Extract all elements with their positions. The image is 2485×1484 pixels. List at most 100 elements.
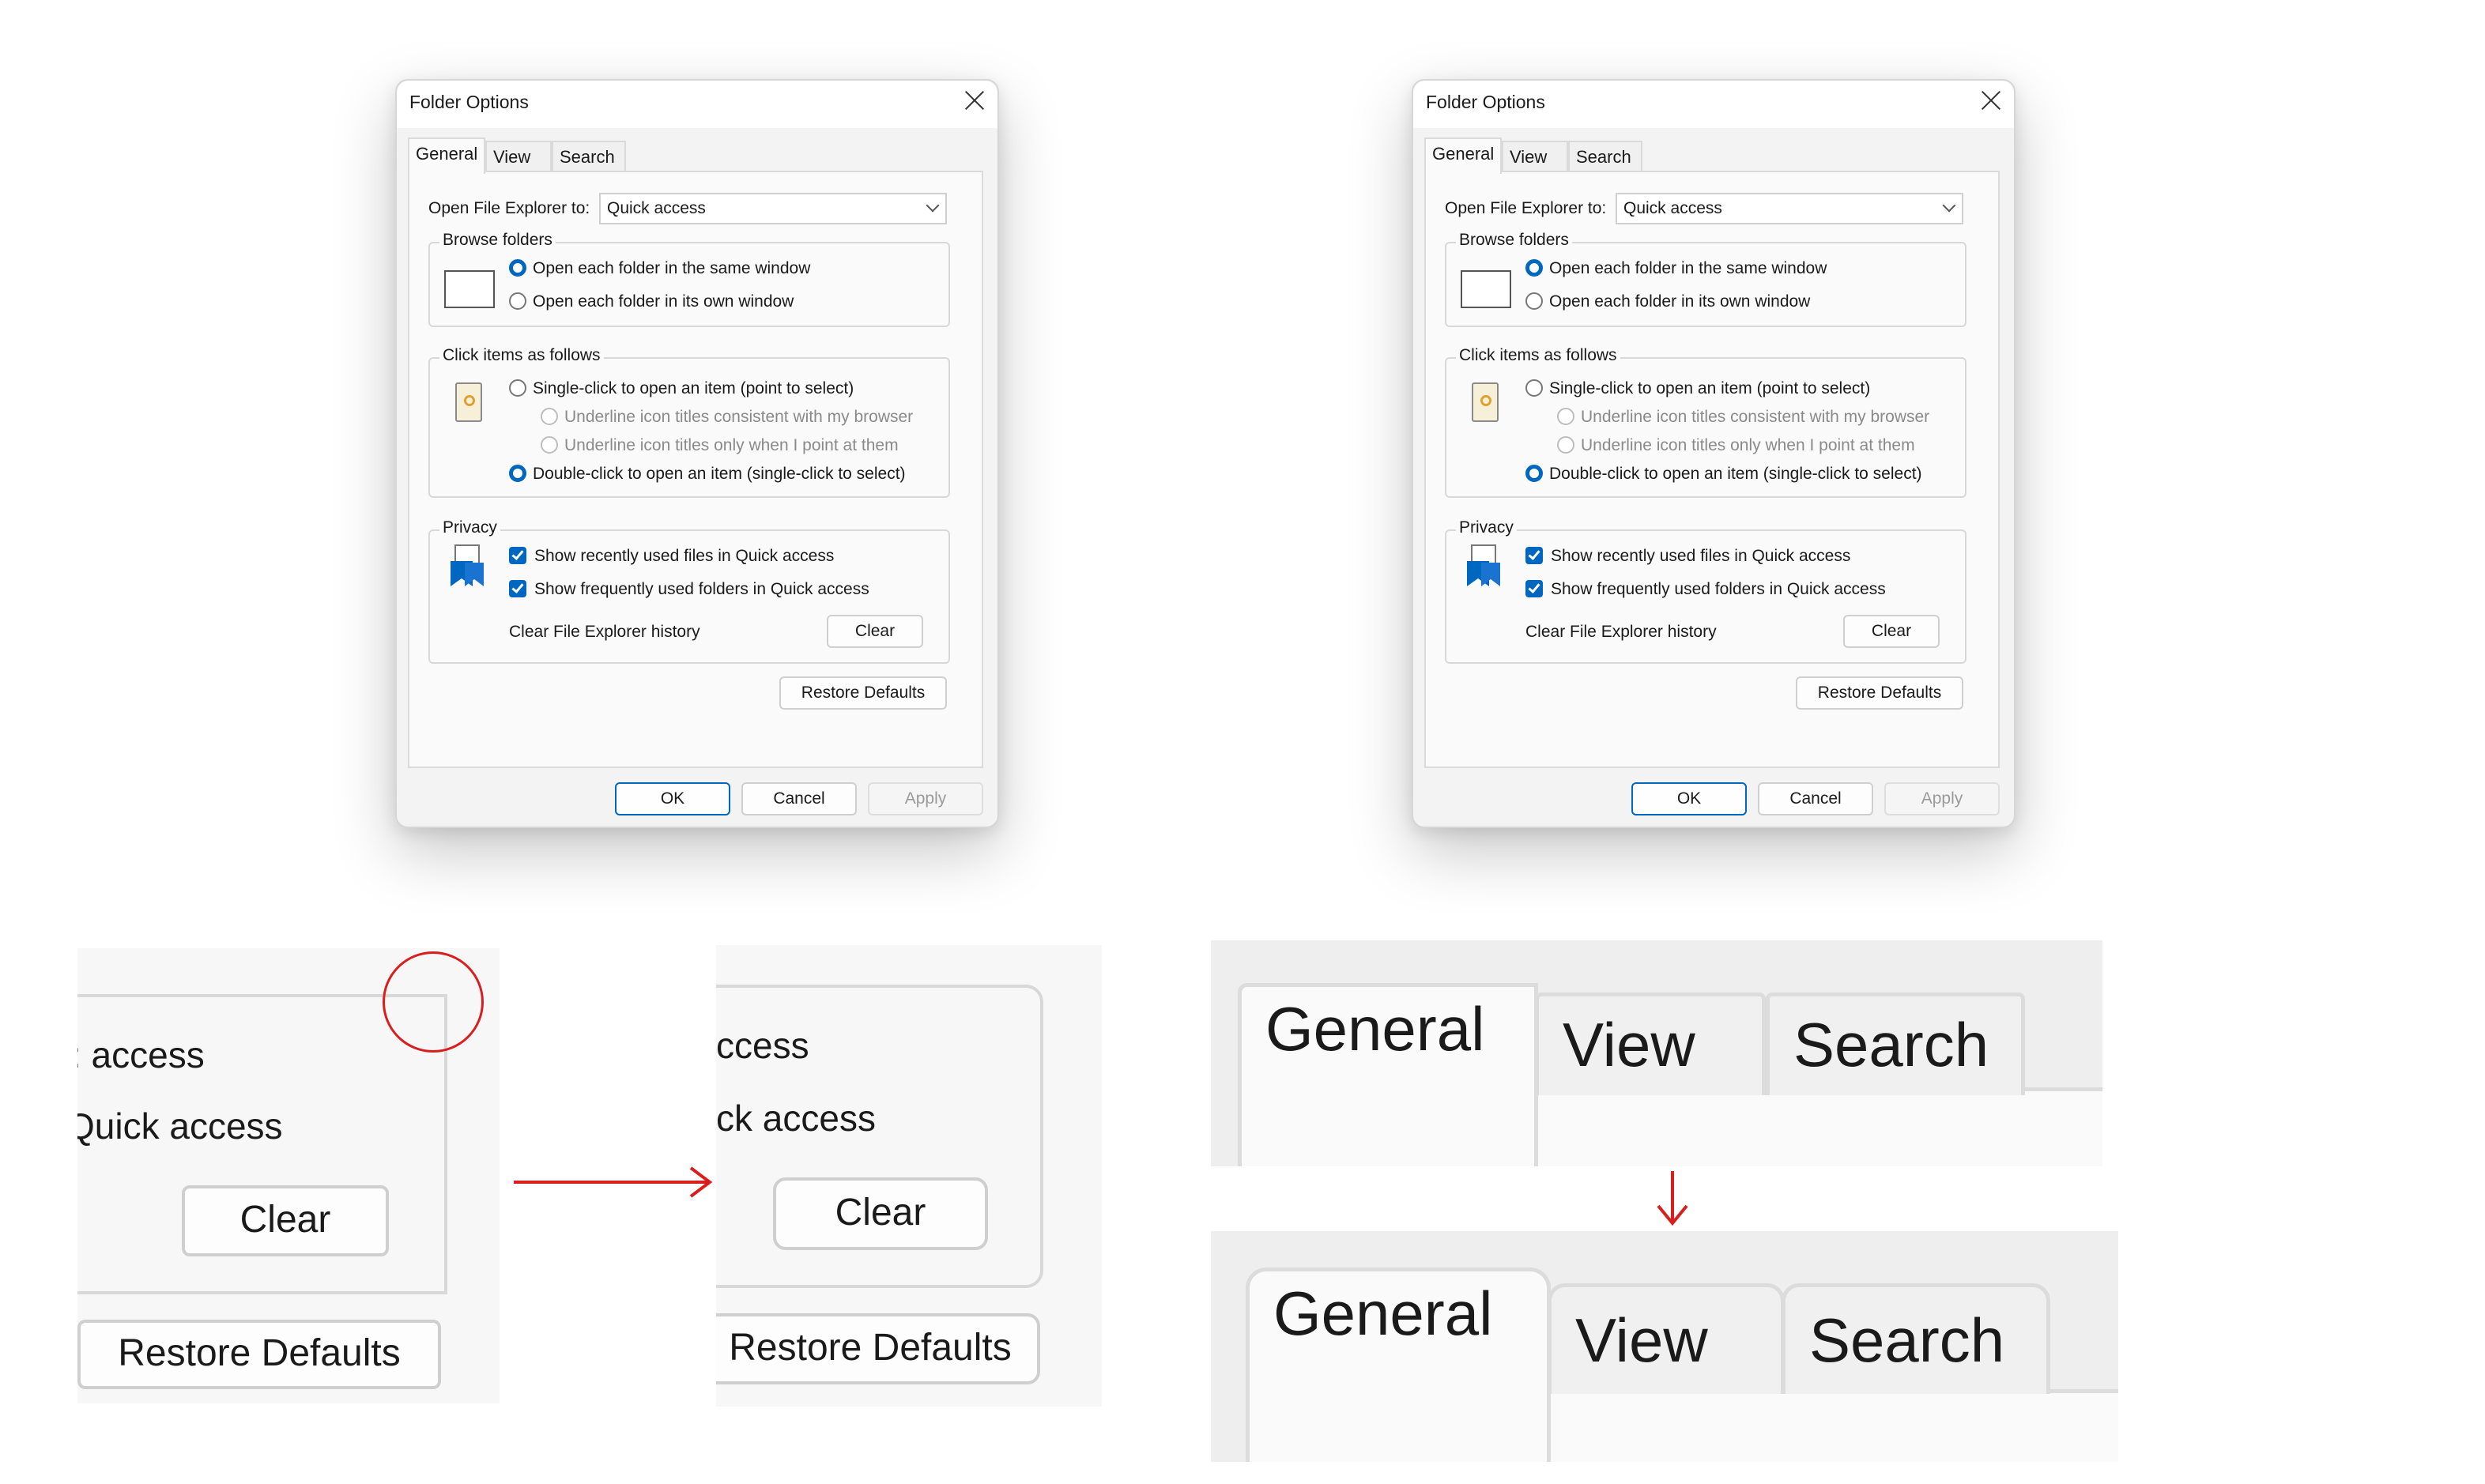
zoom-text-line2: ck access [716, 1098, 876, 1139]
clear-button[interactable]: Clear [827, 615, 923, 648]
checkbox-frequent-folders[interactable] [1525, 580, 1543, 597]
recent-files-label: Show recently used files in Quick access [534, 547, 835, 565]
arrow-right-icon [514, 1166, 713, 1198]
radio-single-click[interactable] [1525, 379, 1543, 397]
own-window-label: Open each folder in its own window [533, 292, 794, 311]
ok-button[interactable]: OK [615, 782, 730, 815]
annotation-circle [383, 951, 484, 1053]
click-items-legend: Click items as follows [439, 346, 604, 365]
tab-search[interactable]: Search [552, 141, 626, 172]
restore-defaults-button[interactable]: Restore Defaults [779, 676, 947, 710]
browse-folders-legend: Browse folders [439, 231, 556, 250]
tab-general-zoomed[interactable]: General [1238, 983, 1538, 1166]
double-click-label: Double-click to open an item (single-cli… [1549, 465, 1922, 483]
radio-underline-point[interactable] [1557, 436, 1574, 454]
radio-single-click[interactable] [509, 379, 526, 397]
single-click-label: Single-click to open an item (point to s… [533, 379, 854, 397]
tab-view[interactable]: View [485, 141, 552, 172]
close-icon[interactable] [963, 89, 986, 112]
radio-own-window[interactable] [1525, 292, 1543, 310]
zoom-tabs-before: General View Search [1211, 940, 2102, 1166]
dialog-title: Folder Options [1426, 92, 1545, 112]
cancel-button[interactable]: Cancel [741, 782, 857, 815]
underline-browser-label: Underline icon titles consistent with my… [1581, 408, 1930, 426]
folder-options-dialog-before: Folder Options General View Search Open … [395, 79, 999, 828]
tab-view-zoomed[interactable]: View [1535, 992, 1766, 1095]
tab-view-zoomed[interactable]: View [1548, 1283, 1785, 1394]
own-window-label: Open each folder in its own window [1549, 292, 1811, 311]
single-click-label: Single-click to open an item (point to s… [1549, 379, 1871, 397]
underline-point-label: Underline icon titles only when I point … [1581, 436, 1915, 454]
radio-own-window[interactable] [509, 292, 526, 310]
zoom-corner-before: : access Quick access Clear Restore Defa… [77, 948, 500, 1403]
privacy-icon [1467, 544, 1500, 586]
radio-same-window[interactable] [1525, 259, 1543, 277]
tab-general-zoomed[interactable]: General [1246, 1267, 1551, 1462]
open-explorer-select[interactable]: Quick access [1616, 193, 1963, 224]
browse-folders-group [428, 242, 950, 327]
browse-folders-group [1445, 242, 1967, 327]
same-window-label: Open each folder in the same window [533, 259, 811, 277]
checkbox-recent-files[interactable] [1525, 547, 1543, 564]
underline-browser-label: Underline icon titles consistent with my… [564, 408, 914, 426]
checkbox-recent-files[interactable] [509, 547, 526, 564]
restore-defaults-button[interactable]: Restore Defaults [1796, 676, 1963, 710]
click-items-legend: Click items as follows [1456, 346, 1620, 365]
folder-window-icon [444, 270, 495, 308]
zoom-corner-after: ccess ck access Clear Restore Defaults [716, 945, 1102, 1407]
radio-underline-point[interactable] [541, 436, 558, 454]
radio-same-window[interactable] [509, 259, 526, 277]
zoom-text-line1: : access [77, 1034, 205, 1075]
tab-search-zoomed[interactable]: Search [1766, 992, 2025, 1095]
chevron-down-icon [1942, 198, 1956, 213]
zoom-text-line1: ccess [716, 1025, 809, 1066]
open-explorer-value: Quick access [607, 199, 706, 217]
click-pointer-icon [1472, 382, 1499, 422]
ok-button[interactable]: OK [1631, 782, 1747, 815]
tab-search[interactable]: Search [1568, 141, 1642, 172]
open-explorer-label: Open File Explorer to: [428, 199, 590, 217]
tab-view[interactable]: View [1502, 141, 1568, 172]
zoom-tabs-after: General View Search [1211, 1231, 2118, 1462]
zoom-text-line2: Quick access [77, 1105, 283, 1147]
apply-button[interactable]: Apply [1884, 782, 2000, 815]
same-window-label: Open each folder in the same window [1549, 259, 1827, 277]
title-bar: Folder Options [1413, 81, 2014, 128]
open-explorer-select[interactable]: Quick access [599, 193, 947, 224]
privacy-legend: Privacy [439, 518, 500, 537]
tab-general[interactable]: General [408, 137, 485, 174]
folder-window-icon [1461, 270, 1511, 308]
radio-double-click[interactable] [1525, 465, 1543, 482]
privacy-icon [451, 544, 484, 586]
close-icon[interactable] [1979, 89, 2003, 112]
folder-options-dialog-after: Folder Options General View Search Open … [1412, 79, 2016, 828]
radio-double-click[interactable] [509, 465, 526, 482]
tab-search-zoomed[interactable]: Search [1782, 1283, 2050, 1394]
dialog-title: Folder Options [409, 92, 529, 112]
chevron-down-icon [926, 198, 940, 213]
open-explorer-value: Quick access [1623, 199, 1722, 217]
frequent-folders-label: Show frequently used folders in Quick ac… [1551, 580, 1886, 598]
privacy-legend: Privacy [1456, 518, 1517, 537]
click-pointer-icon [455, 382, 482, 422]
radio-underline-browser[interactable] [1557, 408, 1574, 425]
clear-history-label: Clear File Explorer history [1525, 623, 1717, 641]
restore-defaults-button-zoomed[interactable]: Restore Defaults [77, 1320, 441, 1389]
clear-button-zoomed[interactable]: Clear [182, 1185, 389, 1256]
clear-button[interactable]: Clear [1843, 615, 1940, 648]
browse-folders-legend: Browse folders [1456, 231, 1572, 250]
underline-point-label: Underline icon titles only when I point … [564, 436, 899, 454]
frequent-folders-label: Show frequently used folders in Quick ac… [534, 580, 869, 598]
checkbox-frequent-folders[interactable] [509, 580, 526, 597]
double-click-label: Double-click to open an item (single-cli… [533, 465, 906, 483]
apply-button[interactable]: Apply [868, 782, 983, 815]
open-explorer-label: Open File Explorer to: [1445, 199, 1607, 217]
recent-files-label: Show recently used files in Quick access [1551, 547, 1851, 565]
clear-button-zoomed[interactable]: Clear [773, 1177, 988, 1250]
cancel-button[interactable]: Cancel [1758, 782, 1873, 815]
radio-underline-browser[interactable] [541, 408, 558, 425]
clear-history-label: Clear File Explorer history [509, 623, 700, 641]
restore-defaults-button-zoomed[interactable]: Restore Defaults [716, 1313, 1040, 1384]
arrow-down-icon [1657, 1171, 1688, 1226]
tab-general[interactable]: General [1424, 137, 1502, 174]
